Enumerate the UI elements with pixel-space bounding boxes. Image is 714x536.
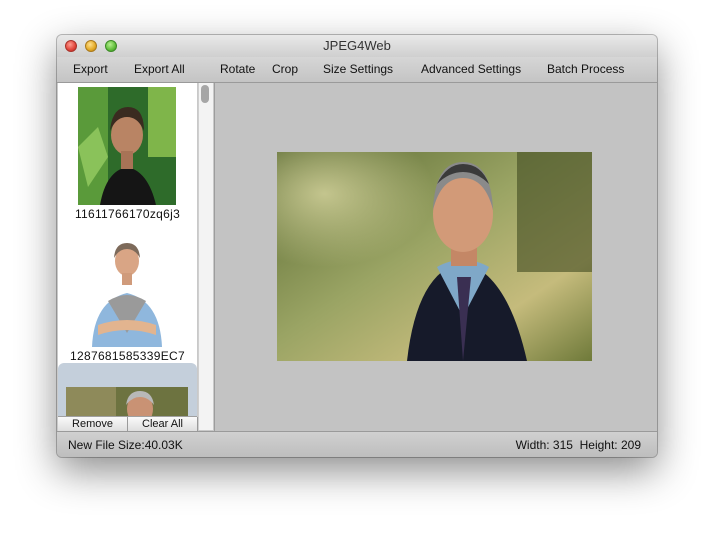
thumbnail-image — [78, 233, 176, 347]
thumbnail-list[interactable]: 11611766170zq6j3 1287681585339EC7 — [58, 83, 197, 416]
thumbnail-scrollbar[interactable] — [198, 83, 213, 430]
scrollbar-thumb[interactable] — [201, 85, 209, 103]
thumbnail-item[interactable]: 11611766170zq6j3 — [58, 83, 197, 221]
close-window-icon[interactable] — [65, 40, 77, 52]
window-title: JPEG4Web — [323, 38, 391, 53]
rotate-button[interactable]: Rotate — [220, 57, 255, 82]
clear-all-button[interactable]: Clear All — [128, 417, 198, 432]
batch-process-button[interactable]: Batch Process — [547, 57, 624, 82]
thumbnail-image — [78, 87, 176, 205]
thumbnail-caption: 11611766170zq6j3 — [74, 207, 181, 221]
export-button[interactable]: Export — [73, 57, 108, 82]
image-preview-area — [214, 83, 657, 431]
minimize-window-icon[interactable] — [85, 40, 97, 52]
advanced-settings-button[interactable]: Advanced Settings — [421, 57, 521, 82]
thumbnail-image — [66, 387, 188, 416]
status-bar: New File Size:40.03K Width: 315 Height: … — [57, 431, 657, 457]
toolbar: Export Export All Rotate Crop Size Setti… — [57, 57, 657, 83]
size-settings-button[interactable]: Size Settings — [323, 57, 393, 82]
crop-button[interactable]: Crop — [272, 57, 298, 82]
export-all-button[interactable]: Export All — [134, 57, 185, 82]
thumbnail-item[interactable]: 1287681585339EC7 — [58, 233, 197, 363]
app-window: JPEG4Web Export Export All Rotate Crop S… — [57, 35, 657, 457]
thumbnail-caption: 1287681585339EC7 — [70, 349, 185, 363]
title-bar[interactable]: JPEG4Web — [57, 35, 657, 57]
preview-image — [277, 152, 592, 361]
image-dimensions-label: Width: 315 Height: 209 — [515, 438, 641, 452]
thumbnail-item-selected[interactable] — [58, 363, 197, 416]
thumbnail-actions: Remove Clear All — [58, 416, 198, 432]
remove-button[interactable]: Remove — [58, 417, 128, 432]
file-size-label: New File Size:40.03K — [68, 438, 183, 452]
zoom-window-icon[interactable] — [105, 40, 117, 52]
